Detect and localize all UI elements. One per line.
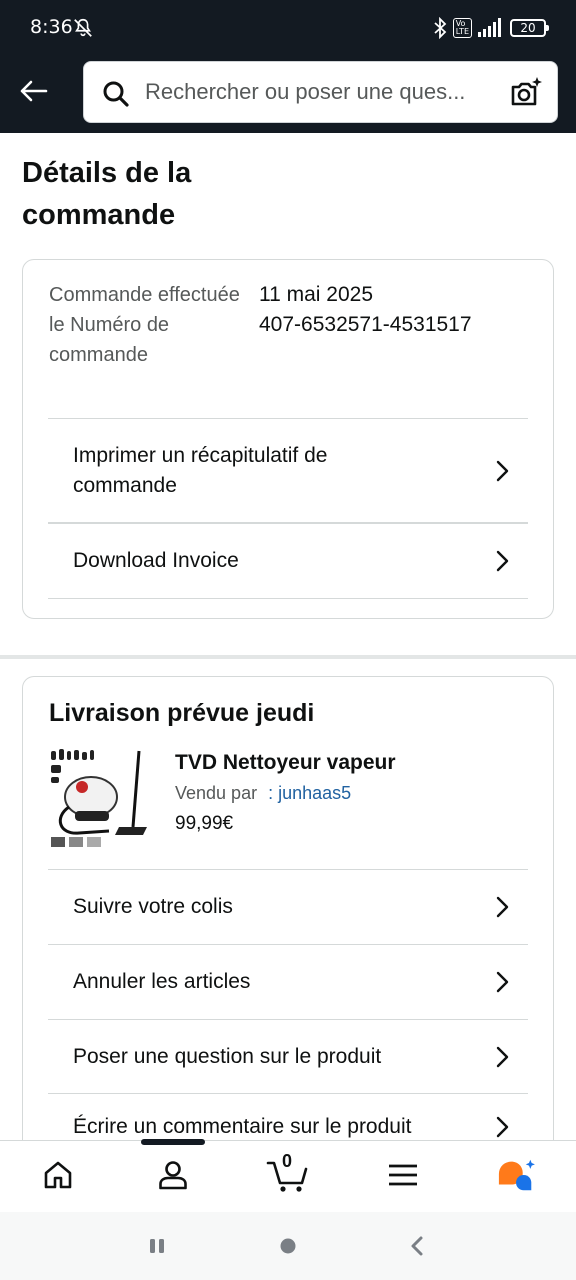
status-bar: 8:36 Vo LTE 20 xyxy=(0,0,576,56)
track-package-label: Suivre votre colis xyxy=(73,895,233,918)
section-separator xyxy=(0,655,576,659)
cart-count: 0 xyxy=(282,1151,293,1171)
home-icon xyxy=(44,1161,72,1189)
chevron-right-icon xyxy=(496,1116,509,1138)
page-title: Détails de la commande xyxy=(22,157,192,231)
recent-apps-icon[interactable] xyxy=(146,1234,170,1258)
chevron-right-icon xyxy=(496,1046,509,1068)
print-summary-link[interactable]: Imprimer un récapitulatif de commande xyxy=(48,420,528,522)
delivery-card: Livraison prévue jeudi TVD Nettoyeur vap… xyxy=(22,676,554,1156)
order-info-values: 11 mai 2025 407-6532571-4531517 xyxy=(259,280,472,340)
seller-link[interactable]: : junhaas5 xyxy=(268,783,351,803)
back-arrow-icon xyxy=(20,80,48,102)
chevron-right-icon xyxy=(496,460,509,482)
status-icons: Vo LTE 20 xyxy=(433,14,549,42)
nav-menu[interactable] xyxy=(383,1155,423,1195)
order-number: 407-6532571-4531517 xyxy=(259,313,472,336)
active-tab-indicator xyxy=(141,1139,205,1145)
system-nav-bar xyxy=(0,1212,576,1280)
product-image[interactable] xyxy=(49,747,151,851)
cancel-items-label: Annuler les articles xyxy=(73,970,251,993)
rufus-assistant-icon xyxy=(498,1159,535,1191)
search-box[interactable] xyxy=(83,61,558,123)
print-summary-label: Imprimer un récapitulatif de commande xyxy=(73,444,328,497)
nav-account[interactable] xyxy=(153,1155,193,1195)
order-date: 11 mai 2025 xyxy=(259,283,374,306)
nav-cart[interactable]: 0 xyxy=(266,1151,310,1195)
cancel-items-link[interactable]: Annuler les articles xyxy=(48,945,528,1019)
account-icon xyxy=(159,1161,187,1190)
download-invoice-label: Download Invoice xyxy=(73,549,239,572)
divider xyxy=(48,598,528,599)
search-input[interactable] xyxy=(145,62,495,122)
status-time: 8:36 xyxy=(30,16,73,38)
bottom-nav: 0 xyxy=(0,1139,576,1212)
nav-home[interactable] xyxy=(38,1155,78,1195)
product-price: 99,99€ xyxy=(175,813,234,834)
battery-icon: 20 xyxy=(510,19,549,37)
chevron-right-icon xyxy=(496,896,509,918)
ask-question-label: Poser une question sur le produit xyxy=(73,1045,382,1068)
sold-by: Vendu par : junhaas5 xyxy=(175,783,351,804)
nav-rufus[interactable] xyxy=(497,1155,537,1195)
sold-by-label: Vendu par xyxy=(175,783,258,803)
home-button-icon[interactable] xyxy=(276,1234,300,1258)
write-review-label: Écrire un commentaire sur le produit xyxy=(73,1115,412,1138)
camera-search-icon[interactable] xyxy=(509,76,543,110)
divider xyxy=(48,418,528,419)
order-info-labels: Commande effectuée le Numéro de commande xyxy=(49,284,240,366)
volte-icon: Vo LTE xyxy=(452,18,472,38)
track-package-link[interactable]: Suivre votre colis xyxy=(48,870,528,944)
chevron-right-icon xyxy=(496,971,509,993)
search-icon xyxy=(103,81,129,107)
back-button[interactable] xyxy=(12,70,54,112)
notifications-muted-icon xyxy=(74,18,92,37)
ask-question-link[interactable]: Poser une question sur le produit xyxy=(48,1020,528,1094)
download-invoice-link[interactable]: Download Invoice xyxy=(48,524,528,598)
search-header xyxy=(0,56,576,133)
back-button-icon[interactable] xyxy=(406,1234,430,1258)
order-summary-card: Commande effectuée le Numéro de commande… xyxy=(22,259,554,619)
chevron-right-icon xyxy=(496,550,509,572)
signal-icon xyxy=(478,18,501,37)
delivery-title: Livraison prévue jeudi xyxy=(49,699,315,727)
menu-icon xyxy=(389,1164,417,1186)
product-name[interactable]: TVD Nettoyeur vapeur xyxy=(175,751,396,775)
bluetooth-icon xyxy=(434,17,447,39)
